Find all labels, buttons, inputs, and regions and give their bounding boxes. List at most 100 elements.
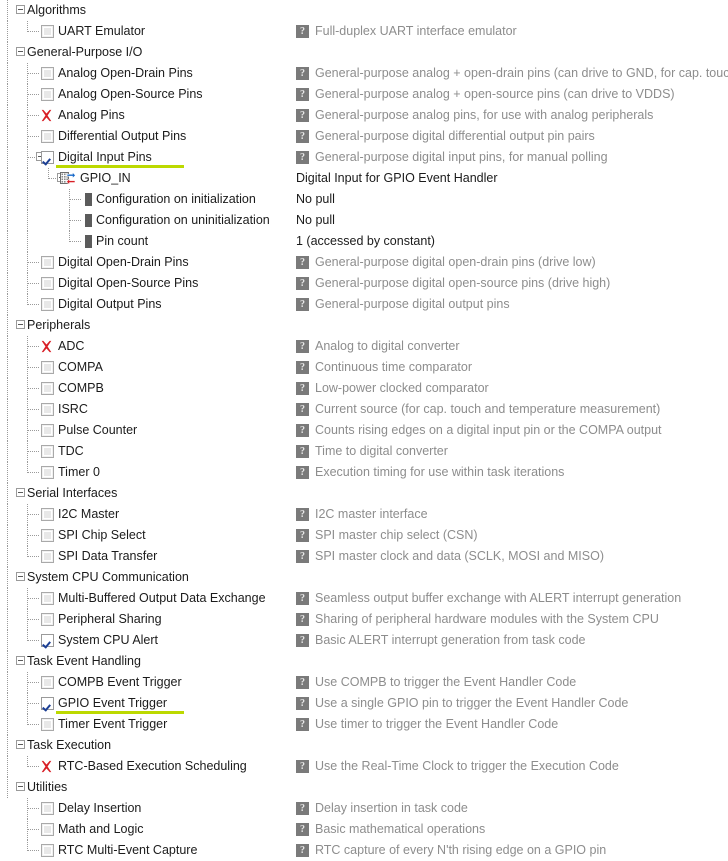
checkbox[interactable] [41, 298, 54, 311]
checkbox[interactable] [41, 151, 54, 164]
tree-row[interactable]: Multi-Buffered Output Data Exchange? Seam… [0, 588, 728, 609]
tree-row[interactable]: Serial Interfaces [0, 483, 728, 504]
tree-row[interactable]: Algorithms [0, 0, 728, 21]
help-icon[interactable]: ? [296, 130, 309, 143]
help-icon[interactable]: ? [296, 760, 309, 773]
checkbox[interactable] [41, 844, 54, 857]
help-icon[interactable]: ? [296, 508, 309, 521]
tree-row[interactable]: System CPU Communication [0, 567, 728, 588]
checkbox[interactable] [41, 613, 54, 626]
tree-row[interactable]: Utilities [0, 777, 728, 798]
tree-row[interactable]: Digital Open-Drain Pins? General-purpose … [0, 252, 728, 273]
tree-row[interactable]: Pulse Counter? Counts rising edges on a d… [0, 420, 728, 441]
tree-row[interactable]: I2C Master? I2C master interface [0, 504, 728, 525]
checkbox[interactable] [41, 550, 54, 563]
tree-row[interactable]: Digital Input Pins? General-purpose digit… [0, 147, 728, 168]
help-icon[interactable]: ? [296, 613, 309, 626]
tree-row[interactable]: ADC? Analog to digital converter [0, 336, 728, 357]
tree-row[interactable]: Peripherals [0, 315, 728, 336]
tree-row[interactable]: COMPB Event Trigger? Use COMPB to trigger… [0, 672, 728, 693]
tree-row[interactable]: COMPA? Continuous time comparator [0, 357, 728, 378]
checkbox[interactable] [41, 697, 54, 710]
expander-toggle[interactable] [16, 740, 25, 749]
checkbox[interactable] [41, 676, 54, 689]
tree-row[interactable]: SPI Chip Select? SPI master chip select (… [0, 525, 728, 546]
expander-toggle[interactable] [16, 47, 25, 56]
checkbox[interactable] [41, 277, 54, 290]
checkbox[interactable] [41, 718, 54, 731]
checkbox[interactable] [41, 445, 54, 458]
checkbox[interactable] [41, 382, 54, 395]
help-icon[interactable]: ? [296, 844, 309, 857]
help-icon[interactable]: ? [296, 466, 309, 479]
tree-row[interactable]: ISRC? Current source (for cap. touch and … [0, 399, 728, 420]
tree-row[interactable]: Configuration on initialization No pull [0, 189, 728, 210]
help-icon[interactable]: ? [296, 277, 309, 290]
help-icon[interactable]: ? [296, 592, 309, 605]
help-icon[interactable]: ? [296, 676, 309, 689]
checkbox[interactable] [41, 529, 54, 542]
checkbox[interactable] [41, 823, 54, 836]
error-x-icon[interactable] [39, 759, 54, 774]
help-icon[interactable]: ? [296, 382, 309, 395]
checkbox[interactable] [41, 802, 54, 815]
help-icon[interactable]: ? [296, 424, 309, 437]
tree-row[interactable]: COMPB? Low-power clocked comparator [0, 378, 728, 399]
checkbox[interactable] [41, 634, 54, 647]
help-icon[interactable]: ? [296, 634, 309, 647]
expander-toggle[interactable] [16, 488, 25, 497]
tree-row[interactable]: Peripheral Sharing? Sharing of peripheral… [0, 609, 728, 630]
tree-row[interactable]: SPI Data Transfer? SPI master clock and d… [0, 546, 728, 567]
help-icon[interactable]: ? [296, 25, 309, 38]
checkbox[interactable] [41, 592, 54, 605]
help-icon[interactable]: ? [296, 256, 309, 269]
help-icon[interactable]: ? [296, 361, 309, 374]
expander-toggle[interactable] [16, 572, 25, 581]
tree-row[interactable]: Pin count 1 (accessed by constant) [0, 231, 728, 252]
tree-row[interactable]: Timer Event Trigger? Use timer to trigger… [0, 714, 728, 735]
help-icon[interactable]: ? [296, 445, 309, 458]
expander-toggle[interactable] [16, 5, 25, 14]
expander-toggle[interactable] [16, 320, 25, 329]
tree-row[interactable]: GPIO_IN Digital Input for GPIO Event Hand… [0, 168, 728, 189]
help-icon[interactable]: ? [296, 340, 309, 353]
tree-row[interactable]: Timer 0? Execution timing for use within … [0, 462, 728, 483]
help-icon[interactable]: ? [296, 718, 309, 731]
checkbox[interactable] [41, 361, 54, 374]
tree-row[interactable]: Math and Logic? Basic mathematical operat… [0, 819, 728, 840]
checkbox[interactable] [41, 88, 54, 101]
checkbox[interactable] [41, 130, 54, 143]
tree-row[interactable]: RTC-Based Execution Scheduling? Use the R… [0, 756, 728, 777]
tree-row[interactable]: Delay Insertion? Delay insertion in task … [0, 798, 728, 819]
help-icon[interactable]: ? [296, 88, 309, 101]
checkbox[interactable] [41, 403, 54, 416]
help-icon[interactable]: ? [296, 67, 309, 80]
error-x-icon[interactable] [39, 339, 54, 354]
help-icon[interactable]: ? [296, 403, 309, 416]
tree-row[interactable]: Digital Open-Source Pins? General-purpose… [0, 273, 728, 294]
tree-row[interactable]: Digital Output Pins? General-purpose digi… [0, 294, 728, 315]
help-icon[interactable]: ? [296, 109, 309, 122]
help-icon[interactable]: ? [296, 802, 309, 815]
checkbox[interactable] [41, 508, 54, 521]
help-icon[interactable]: ? [296, 823, 309, 836]
help-icon[interactable]: ? [296, 529, 309, 542]
checkbox[interactable] [41, 256, 54, 269]
tree-row[interactable]: GPIO Event Trigger? Use a single GPIO pin… [0, 693, 728, 714]
expander-toggle[interactable] [16, 782, 25, 791]
checkbox[interactable] [41, 25, 54, 38]
tree-row[interactable]: UART Emulator? Full-duplex UART interface… [0, 21, 728, 42]
tree-row[interactable]: Task Event Handling [0, 651, 728, 672]
tree-row[interactable]: Analog Open-Source Pins? General-purpose … [0, 84, 728, 105]
tree-row[interactable]: RTC Multi-Event Capture? RTC capture of e… [0, 840, 728, 861]
tree-row[interactable]: System CPU Alert? Basic ALERT interrupt g… [0, 630, 728, 651]
tree-row[interactable]: General-Purpose I/O [0, 42, 728, 63]
tree-row[interactable]: Differential Output Pins? General-purpose… [0, 126, 728, 147]
expander-toggle[interactable] [16, 656, 25, 665]
checkbox[interactable] [41, 466, 54, 479]
checkbox[interactable] [41, 67, 54, 80]
checkbox[interactable] [41, 424, 54, 437]
resource-tree[interactable]: Algorithms UART Emulator? Full-duplex UART… [0, 0, 728, 857]
help-icon[interactable]: ? [296, 298, 309, 311]
help-icon[interactable]: ? [296, 550, 309, 563]
